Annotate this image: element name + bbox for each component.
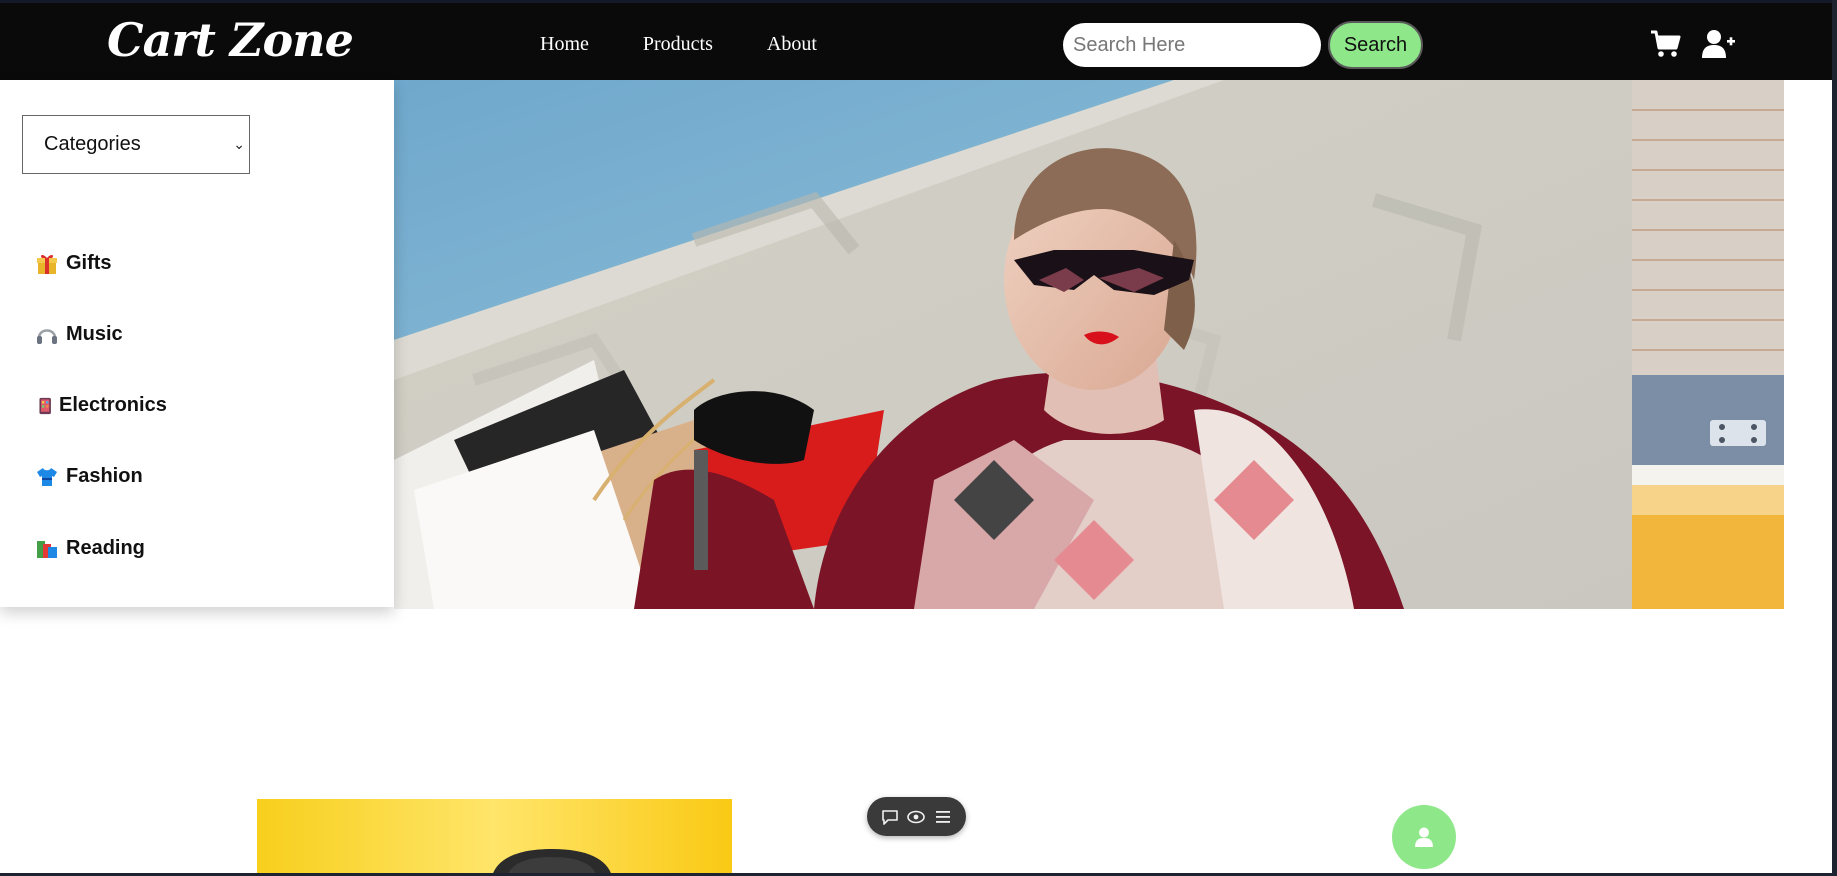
tshirt-icon [37, 467, 57, 486]
books-icon [37, 540, 57, 558]
sidebar-item-fashion[interactable]: Fashion [36, 465, 143, 488]
profile-button[interactable] [1392, 805, 1456, 869]
search-input[interactable] [1063, 23, 1321, 67]
cart-icon[interactable] [1650, 29, 1682, 59]
gift-icon [37, 254, 57, 274]
product-image [257, 799, 732, 876]
sidebar-item-music[interactable]: Music [36, 323, 123, 346]
sidebar-item-label: Reading [66, 537, 145, 559]
user-plus-icon[interactable] [1702, 29, 1736, 59]
nav-link-products[interactable]: Products [643, 33, 713, 56]
nav-links: Home Products About [540, 33, 871, 56]
hero-next-slide-image [1632, 80, 1784, 609]
navbar: Cart Zone Home Products About Search [0, 0, 1837, 80]
categories-select-label: Categories [44, 133, 141, 155]
sidebar-item-label: Fashion [66, 465, 143, 487]
categories-select[interactable]: Categories ⌄ [22, 115, 250, 174]
menu-icon[interactable] [933, 807, 953, 827]
sidebar-item-electronics[interactable]: Electronics [37, 394, 167, 417]
nav-link-about[interactable]: About [767, 33, 817, 56]
sidebar-item-label: Music [66, 323, 123, 345]
category-sidebar: Categories ⌄ Gifts Music Electronics Fas… [0, 80, 394, 607]
brand-logo[interactable]: Cart Zone [107, 13, 354, 67]
eye-icon[interactable] [906, 807, 926, 827]
user-icon [1415, 827, 1433, 847]
window-edge [1832, 0, 1837, 876]
chevron-down-icon: ⌄ [233, 136, 245, 152]
mobile-phone-icon [39, 397, 51, 414]
sidebar-item-reading[interactable]: Reading [36, 537, 145, 560]
sidebar-item-label: Electronics [59, 394, 167, 416]
hero-banner-image [394, 80, 1632, 609]
chat-icon[interactable] [880, 807, 900, 827]
sidebar-item-label: Gifts [66, 252, 112, 274]
floating-toolbar [867, 797, 966, 836]
headphones-icon [37, 328, 57, 344]
page: Cart Zone Home Products About Search Her… [0, 0, 1837, 876]
nav-link-home[interactable]: Home [540, 33, 589, 56]
sidebar-item-gifts[interactable]: Gifts [36, 252, 112, 275]
search-button[interactable]: Search [1328, 21, 1423, 69]
